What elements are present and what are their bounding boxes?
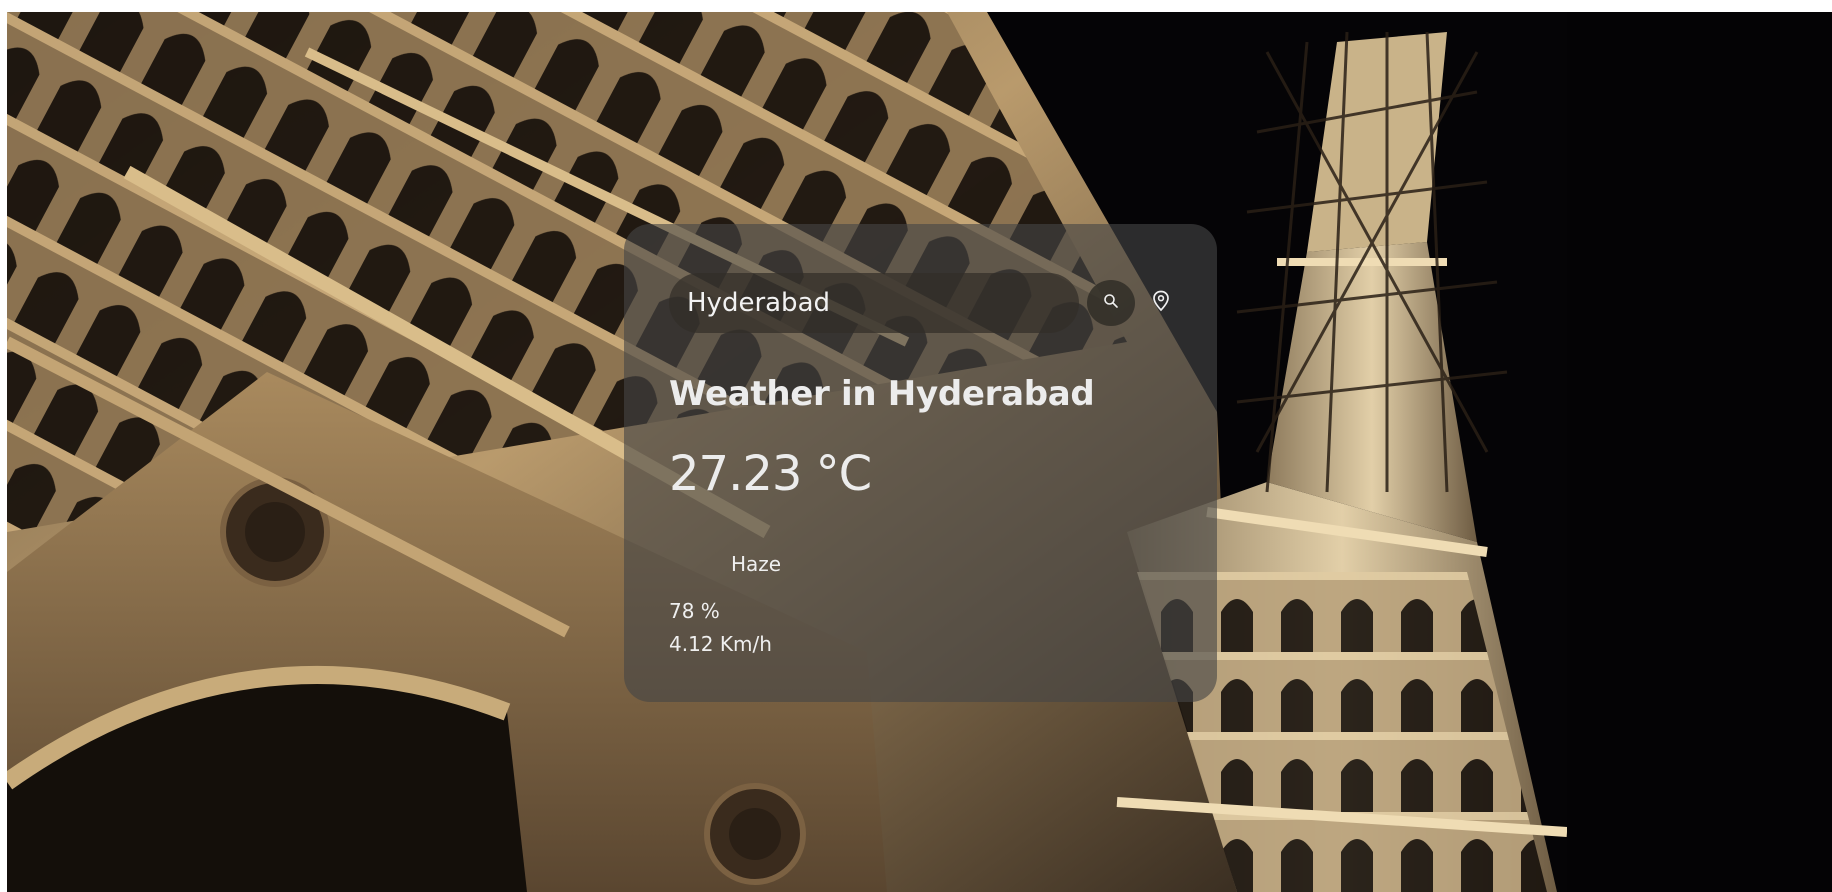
- weather-condition-icon: [669, 546, 725, 582]
- search-icon: [1103, 293, 1119, 313]
- search-bar: [669, 273, 1189, 333]
- app-viewport: Weather in Hyderabad 27.23 °C Haze 78 % …: [7, 12, 1832, 892]
- search-button[interactable]: [1087, 280, 1135, 326]
- weather-card: Weather in Hyderabad 27.23 °C Haze 78 % …: [624, 224, 1217, 702]
- weather-description: Haze: [731, 552, 782, 576]
- wind-speed-value: 4.12 Km/h: [669, 632, 772, 656]
- temperature-value: 27.23 °C: [669, 446, 872, 502]
- city-title: Weather in Hyderabad: [669, 374, 1095, 414]
- weather-description-row: Haze: [669, 546, 781, 582]
- humidity-value: 78 %: [669, 599, 720, 623]
- city-search-input[interactable]: [669, 273, 1079, 333]
- current-location-button[interactable]: [1141, 281, 1181, 325]
- map-pin-icon: [1152, 290, 1170, 316]
